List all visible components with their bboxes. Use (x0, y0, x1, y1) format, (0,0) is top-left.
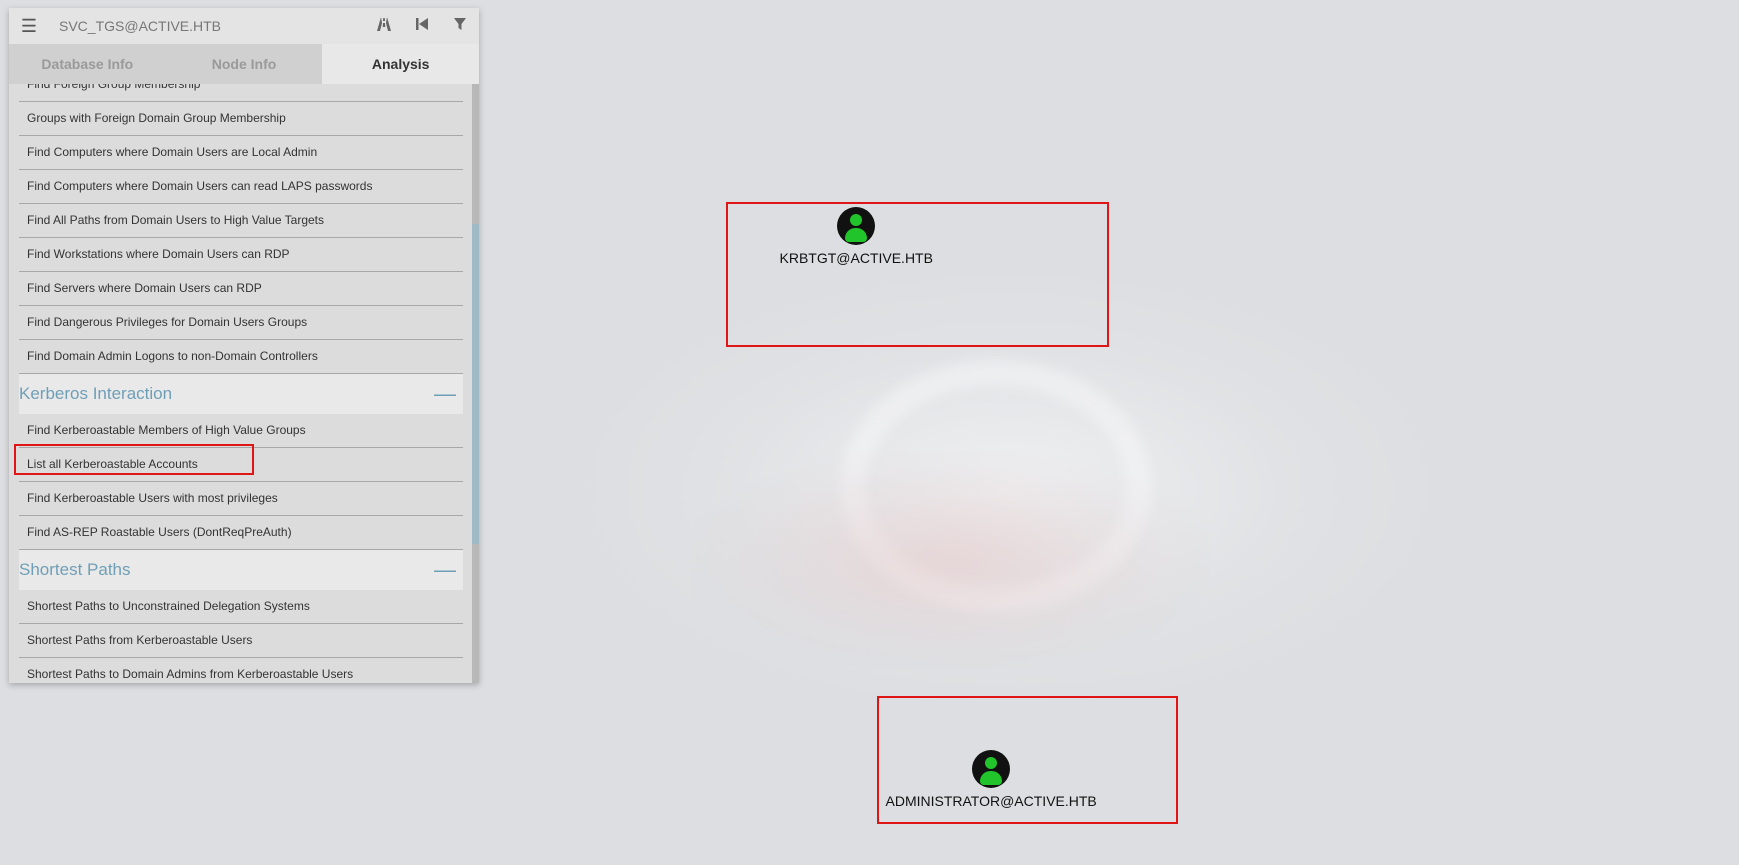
user-node-administrator[interactable]: ADMINISTRATOR@ACTIVE.HTB (886, 750, 1097, 809)
hamburger-menu-icon[interactable]: ☰ (9, 16, 49, 37)
section-kerberos-interaction[interactable]: Kerberos Interaction — (19, 374, 463, 414)
query-item[interactable]: Find All Paths from Domain Users to High… (19, 204, 463, 238)
scrollbar-thumb[interactable] (472, 224, 479, 544)
panel-tabs: Database Info Node Info Analysis (9, 44, 480, 84)
analysis-content: Find Foreign Group Membership Groups wit… (9, 84, 479, 683)
node-label: ADMINISTRATOR@ACTIVE.HTB (885, 793, 1097, 809)
query-item[interactable]: Find AS-REP Roastable Users (DontReqPreA… (19, 516, 463, 550)
search-input[interactable] (49, 11, 369, 41)
query-item[interactable]: Shortest Paths to Domain Admins from Ker… (19, 658, 463, 683)
query-item[interactable]: Shortest Paths to Unconstrained Delegati… (19, 590, 463, 624)
query-item[interactable]: Find Kerberoastable Members of High Valu… (19, 414, 463, 448)
step-back-icon[interactable] (403, 17, 441, 35)
user-node-krbtgt[interactable]: KRBTGT@ACTIVE.HTB (780, 207, 933, 266)
section-shortest-paths[interactable]: Shortest Paths — (19, 550, 463, 590)
node-label: KRBTGT@ACTIVE.HTB (779, 250, 933, 266)
tab-analysis[interactable]: Analysis (322, 44, 480, 84)
background-glow (560, 260, 1460, 720)
query-item[interactable]: Find Kerberoastable Users with most priv… (19, 482, 463, 516)
user-icon (837, 207, 876, 245)
collapse-icon[interactable]: — (433, 557, 457, 583)
query-item[interactable]: Find Dangerous Privileges for Domain Use… (19, 306, 463, 340)
background-ring (840, 360, 1152, 612)
query-item[interactable]: Shortest Paths from Kerberoastable Users (19, 624, 463, 658)
query-item-clipped[interactable]: Find Foreign Group Membership (19, 84, 463, 102)
query-item[interactable]: Find Domain Admin Logons to non-Domain C… (19, 340, 463, 374)
query-item-list-kerberoastable[interactable]: List all Kerberoastable Accounts (19, 448, 463, 482)
query-item[interactable]: Find Workstations where Domain Users can… (19, 238, 463, 272)
tab-node-info[interactable]: Node Info (166, 44, 323, 84)
section-title: Kerberos Interaction (19, 384, 173, 403)
query-item[interactable]: Groups with Foreign Domain Group Members… (19, 102, 463, 136)
road-icon[interactable] (365, 17, 403, 35)
query-item[interactable]: Find Computers where Domain Users can re… (19, 170, 463, 204)
query-list: Find Foreign Group Membership Groups wit… (19, 84, 463, 683)
user-icon (972, 750, 1011, 788)
query-item[interactable]: Find Computers where Domain Users are Lo… (19, 136, 463, 170)
background-blob (690, 450, 1210, 670)
collapse-icon[interactable]: — (433, 381, 457, 407)
search-panel: ☰ Database Info Node Info Analysis Find … (9, 8, 480, 683)
tab-database-info[interactable]: Database Info (9, 44, 166, 84)
filter-icon[interactable] (441, 17, 479, 35)
query-item[interactable]: Find Servers where Domain Users can RDP (19, 272, 463, 306)
search-bar: ☰ (9, 8, 479, 44)
section-title: Shortest Paths (19, 560, 131, 579)
toolbar-icons (365, 8, 479, 44)
